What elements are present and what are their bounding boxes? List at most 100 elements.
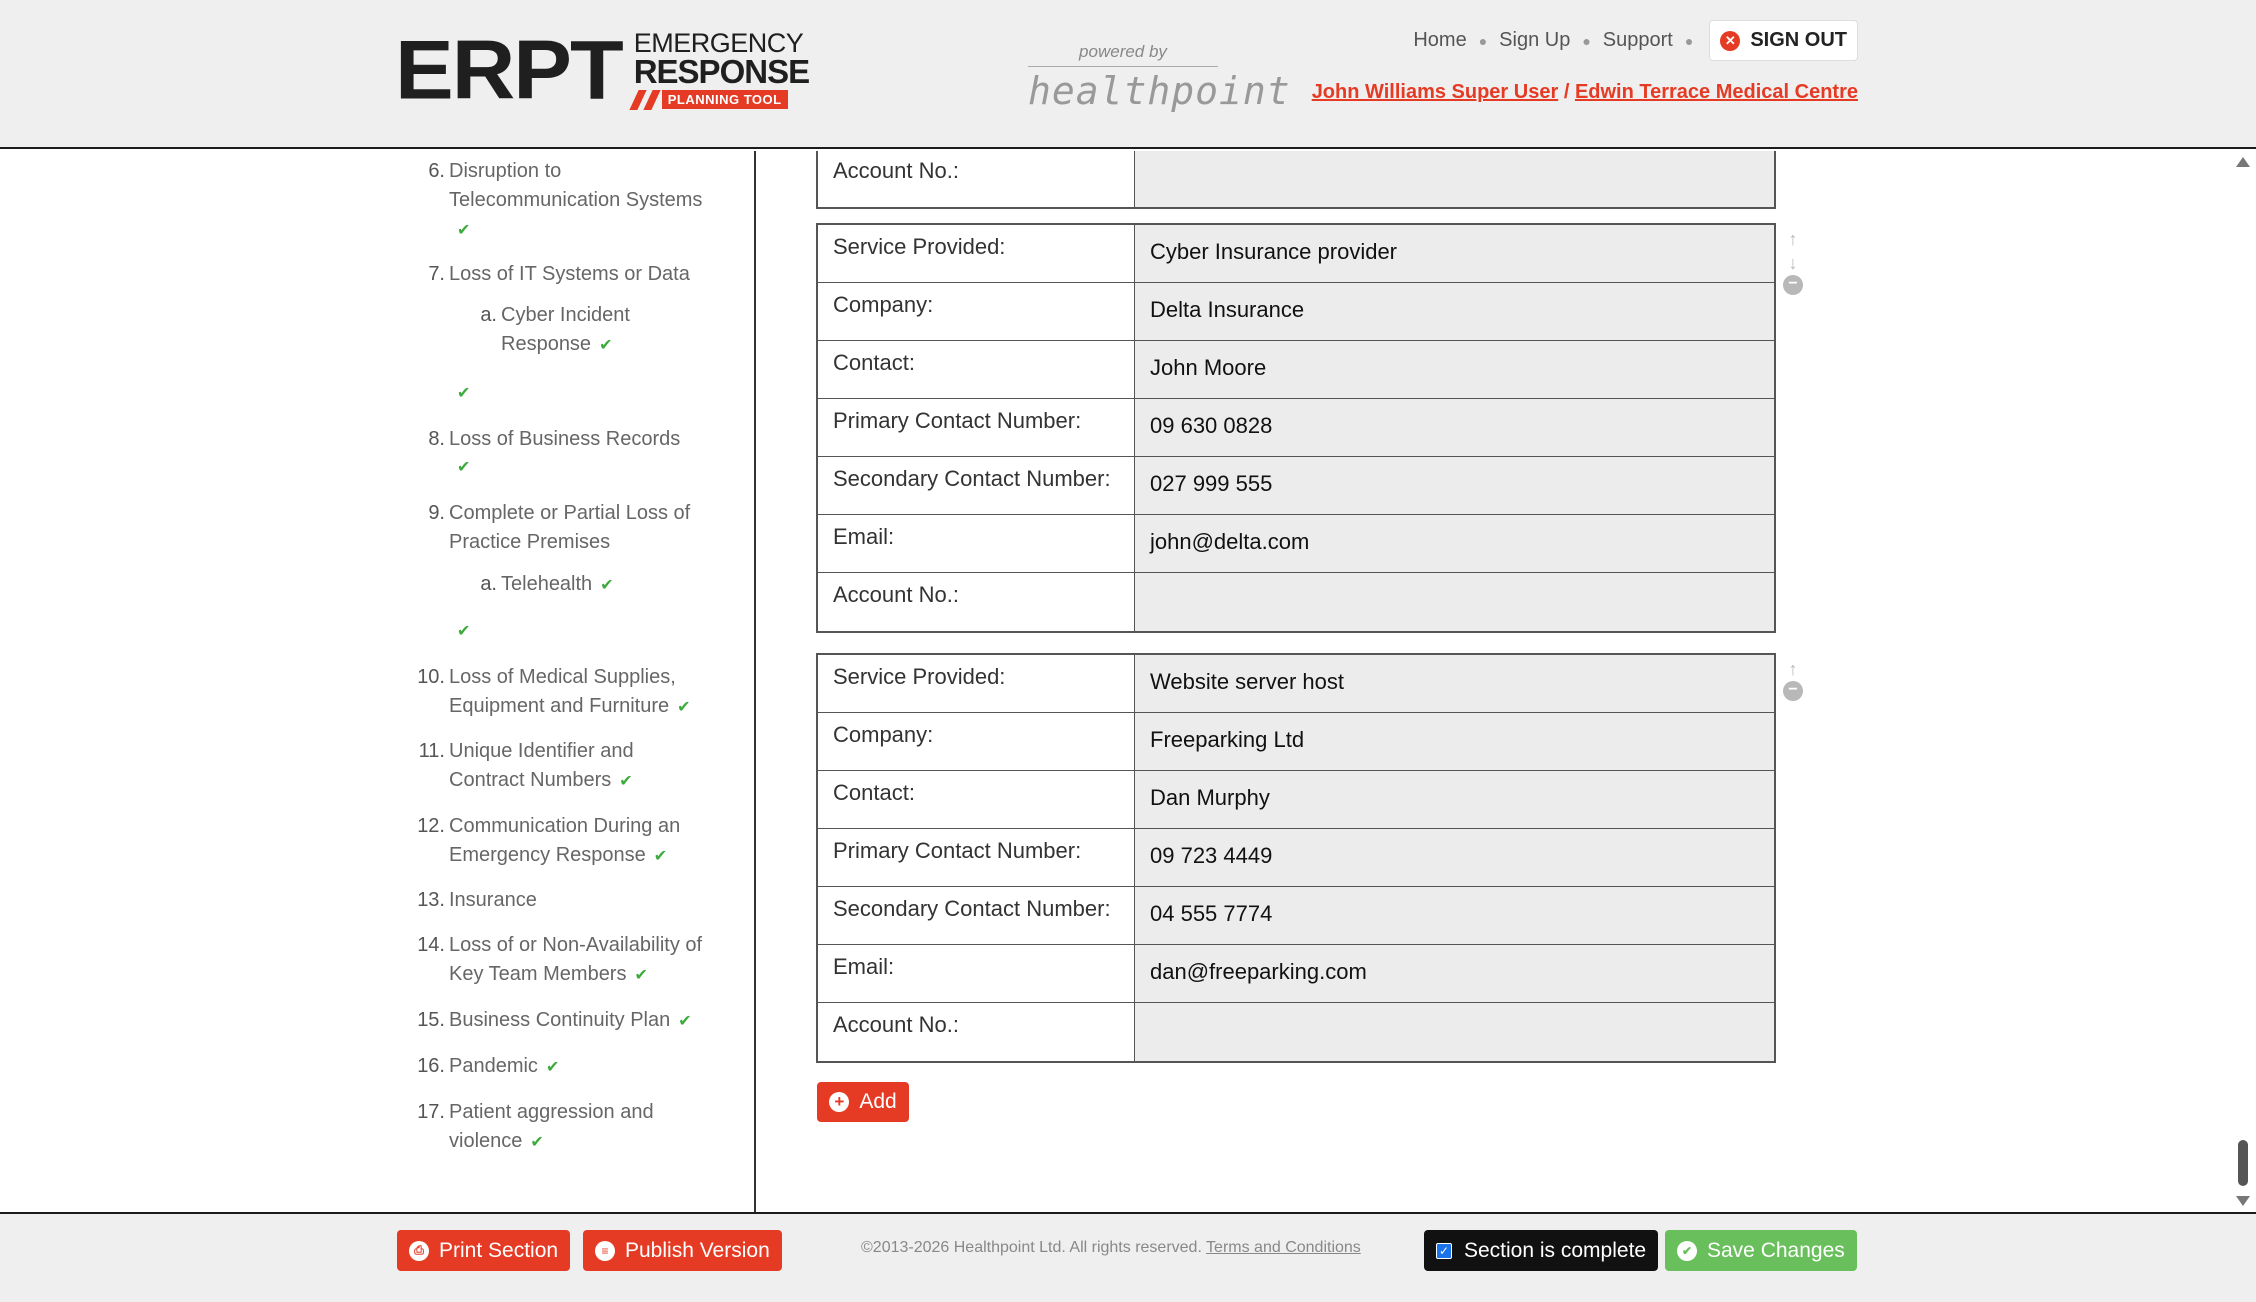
check-circle-icon: ✔ <box>1677 1240 1697 1261</box>
account-label: Account No.: <box>818 151 1135 207</box>
erpt-logo[interactable]: ERPT EMERGENCY RESPONSE PLANNING TOOL <box>395 22 810 117</box>
publish-label: Publish Version <box>625 1238 770 1262</box>
account-row: Account No.: <box>818 1003 1774 1061</box>
nav-home-link[interactable]: Home <box>1413 29 1466 52</box>
sidebar-item-label-line: Business Continuity Plan <box>449 1009 671 1031</box>
move-down-icon[interactable]: ↓ <box>1789 251 1798 275</box>
sidebar-item-label: Telehealth ✔ <box>501 570 701 600</box>
sidebar-item-label-line: Communication During an <box>449 815 681 837</box>
service-label: Service Provided: <box>818 655 1135 712</box>
check-icon: ✔ <box>634 967 648 984</box>
service-label: Service Provided: <box>818 225 1135 282</box>
check-icon: ✔ <box>653 848 668 865</box>
contact-input[interactable]: John Moore <box>1135 341 1774 398</box>
sidebar-item-number: 6. <box>428 160 445 182</box>
scroll-thumb[interactable] <box>2238 1140 2248 1186</box>
sign-out-label: SIGN OUT <box>1750 29 1847 51</box>
check-icon: ✔ <box>457 222 471 239</box>
service-input[interactable]: Cyber Insurance provider <box>1135 225 1774 282</box>
site-header: ERPT EMERGENCY RESPONSE PLANNING TOOL po… <box>0 0 2256 149</box>
check-icon: ✔ <box>457 623 471 640</box>
secondary-number-input[interactable]: 027 999 555 <box>1135 457 1774 514</box>
nav-separator: ● <box>1582 32 1591 49</box>
move-up-icon[interactable]: ↑ <box>1789 227 1798 251</box>
contact-row: Contact: Dan Murphy <box>818 771 1774 829</box>
section-complete-label: Section is complete <box>1464 1238 1647 1262</box>
remove-icon[interactable]: − <box>1783 275 1803 295</box>
sidebar-item-label-line: Telecommunication Systems <box>449 189 703 211</box>
company-input[interactable]: Freeparking Ltd <box>1135 713 1774 770</box>
user-name-link[interactable]: John Williams Super User <box>1312 81 1559 103</box>
contact-row: Contact: John Moore <box>818 341 1774 399</box>
check-icon: ✔ <box>457 385 471 402</box>
sidebar-item-label: Loss of IT Systems or Data <box>449 263 690 285</box>
primary-number-row: Primary Contact Number: 09 723 4449 <box>818 829 1774 887</box>
sidebar-item-label-line: Loss of Medical Supplies, <box>449 666 676 688</box>
plus-icon: + <box>829 1092 850 1112</box>
scroll-up-icon[interactable] <box>2236 157 2250 167</box>
service-input[interactable]: Website server host <box>1135 655 1774 712</box>
primary-number-input[interactable]: 09 630 0828 <box>1135 399 1774 456</box>
contact-label: Contact: <box>818 771 1135 828</box>
provider-card: Service Provided: Cyber Insurance provid… <box>816 223 1776 633</box>
sidebar-item-label-line: Telehealth <box>501 573 593 595</box>
sidebar-item-label-line: Response <box>501 333 592 355</box>
sidebar-item-label-line: Practice Premises <box>449 531 611 553</box>
page-scrollbar[interactable] <box>2232 151 2252 1212</box>
company-row: Company: Freeparking Ltd <box>818 713 1774 771</box>
sidebar-item-number: 8. <box>428 428 445 450</box>
checkbox-checked-icon[interactable]: ✓ <box>1436 1242 1452 1259</box>
add-label: Add <box>859 1090 897 1113</box>
publish-version-button[interactable]: ≡ Publish Version <box>583 1230 782 1271</box>
sidebar-item-label: Business Continuity Plan ✔ <box>449 1006 739 1036</box>
sidebar-item-number: 13. <box>417 889 445 911</box>
top-nav: Home ● Sign Up ● Support ● ✕ SIGN OUT <box>1413 20 1858 61</box>
practice-name-link[interactable]: Edwin Terrace Medical Centre <box>1575 81 1858 103</box>
sidebar-item-label-line: Patient aggression and <box>449 1101 654 1123</box>
email-input[interactable]: john@delta.com <box>1135 515 1774 572</box>
check-icon: ✔ <box>599 337 613 354</box>
secondary-number-input[interactable]: 04 555 7774 <box>1135 887 1774 944</box>
company-label: Company: <box>818 713 1135 770</box>
sidebar-item-number: 11. <box>418 740 445 762</box>
sidebar-item-number: 7. <box>428 263 445 285</box>
logo-main: ERPT <box>395 22 624 117</box>
save-changes-button[interactable]: ✔ Save Changes <box>1665 1230 1857 1271</box>
account-input[interactable] <box>1135 1003 1774 1061</box>
check-icon: ✔ <box>600 577 614 594</box>
service-row: Service Provided: Cyber Insurance provid… <box>818 225 1774 283</box>
sidebar-item-number: 15. <box>417 1009 445 1031</box>
powered-by-text: powered by <box>1028 42 1218 67</box>
sidebar-item-label-line: Equipment and Furniture <box>449 695 670 717</box>
save-label: Save Changes <box>1707 1238 1845 1262</box>
sign-out-button[interactable]: ✕ SIGN OUT <box>1709 20 1858 61</box>
company-input[interactable]: Delta Insurance <box>1135 283 1774 340</box>
primary-number-label: Primary Contact Number: <box>818 829 1135 886</box>
add-provider-button[interactable]: + Add <box>817 1082 909 1122</box>
contact-input[interactable]: Dan Murphy <box>1135 771 1774 828</box>
account-input[interactable] <box>1135 151 1774 207</box>
section-complete-toggle[interactable]: ✓ Section is complete <box>1424 1230 1659 1271</box>
sidebar-item-label: Unique Identifier and Contract Numbers ✔ <box>449 737 739 796</box>
check-icon: ✔ <box>677 699 691 716</box>
scroll-down-icon[interactable] <box>2236 1196 2250 1206</box>
account-label: Account No.: <box>818 1003 1135 1061</box>
service-row: Service Provided: Website server host <box>818 655 1774 713</box>
terms-link[interactable]: Terms and Conditions <box>1206 1239 1361 1256</box>
email-input[interactable]: dan@freeparking.com <box>1135 945 1774 1002</box>
sidebar-item-label: Insurance <box>449 889 537 911</box>
contact-label: Contact: <box>818 341 1135 398</box>
sidebar-item-number: 16. <box>417 1055 445 1077</box>
print-label: Print Section <box>439 1238 559 1262</box>
nav-signup-link[interactable]: Sign Up <box>1499 29 1570 52</box>
sidebar-item-label-line: Contract Numbers <box>449 769 612 791</box>
nav-support-link[interactable]: Support <box>1603 29 1673 52</box>
move-up-icon[interactable]: ↑ <box>1789 657 1798 681</box>
account-input[interactable] <box>1135 573 1774 631</box>
remove-icon[interactable]: − <box>1783 681 1803 701</box>
print-section-button[interactable]: ⎙ Print Section <box>397 1230 571 1271</box>
copyright-notice: ©2013-2026 Healthpoint Ltd. All rights r… <box>861 1239 1361 1257</box>
primary-number-input[interactable]: 09 723 4449 <box>1135 829 1774 886</box>
sidebar-item-label-line: Key Team Members <box>449 963 627 985</box>
logo-slash-icon <box>643 89 661 110</box>
